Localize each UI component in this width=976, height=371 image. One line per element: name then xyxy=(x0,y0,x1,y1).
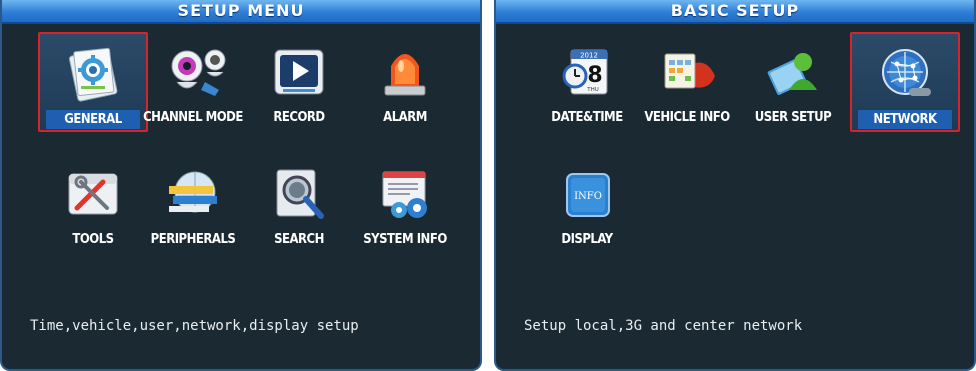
calendar-day: 8 xyxy=(587,63,602,88)
menu-item-label: VEHICLE INFO xyxy=(644,110,730,125)
menu-item-user-setup[interactable]: USER SETUP xyxy=(738,32,848,132)
basic-setup-title: BASIC SETUP xyxy=(496,0,974,24)
menu-item-label: DISPLAY xyxy=(561,232,613,247)
menu-item-label: USER SETUP xyxy=(754,110,832,125)
vehicle-info-icon xyxy=(657,42,717,102)
display-icon-text: INFO xyxy=(574,191,602,202)
menu-item-label: NETWORK xyxy=(858,110,952,129)
menu-item-label: CHANNEL MODE xyxy=(143,110,243,125)
calendar-year: 2012 xyxy=(580,52,598,60)
menu-item-date-time[interactable]: 2012 8 THU DATE&TIME xyxy=(532,32,642,132)
menu-item-label: SEARCH xyxy=(274,232,324,247)
system-info-icon xyxy=(375,164,435,224)
webcam-icon xyxy=(163,42,226,102)
menu-item-tools[interactable]: TOOLS xyxy=(38,154,148,254)
search-magnifier-icon xyxy=(269,164,329,224)
menu-item-general[interactable]: GENERAL xyxy=(38,32,148,132)
menu-item-label: ALARM xyxy=(383,110,427,125)
calendar-clock-icon: 2012 8 THU xyxy=(557,42,617,102)
menu-item-vehicle-info[interactable]: VEHICLE INFO xyxy=(632,32,742,132)
tools-icon xyxy=(63,164,123,224)
alarm-siren-icon xyxy=(375,42,435,102)
info-display-icon: INFO xyxy=(557,164,617,224)
calendar-weekday: THU xyxy=(586,87,599,93)
user-setup-icon xyxy=(763,42,823,102)
status-description: Time,vehicle,user,network,display setup xyxy=(30,318,359,334)
record-play-icon xyxy=(269,42,329,102)
peripherals-icon xyxy=(163,164,223,224)
menu-item-label: DATE&TIME xyxy=(551,110,623,125)
menu-item-label: TOOLS xyxy=(72,232,114,247)
menu-item-network[interactable]: NETWORK xyxy=(850,32,960,132)
setup-menu-title: SETUP MENU xyxy=(2,0,480,24)
menu-item-display[interactable]: INFO DISPLAY xyxy=(532,154,642,254)
menu-item-label: GENERAL xyxy=(46,110,140,129)
menu-item-channel-mode[interactable]: CHANNEL MODE xyxy=(138,32,248,132)
menu-item-peripherals[interactable]: PERIPHERALS xyxy=(138,154,248,254)
menu-item-alarm[interactable]: ALARM xyxy=(350,32,460,132)
menu-item-search[interactable]: SEARCH xyxy=(244,154,354,254)
status-description: Setup local,3G and center network xyxy=(524,318,803,334)
general-gear-icon xyxy=(63,44,123,104)
network-globe-icon xyxy=(875,44,935,104)
basic-setup-panel: BASIC SETUP 2012 8 THU DATE&TIME VEHICLE… xyxy=(494,0,976,371)
menu-item-label: SYSTEM INFO xyxy=(363,232,447,247)
setup-menu-panel: SETUP MENU GENERAL CHANNEL MODE RECORD A… xyxy=(0,0,482,371)
menu-item-record[interactable]: RECORD xyxy=(244,32,354,132)
menu-item-label: PERIPHERALS xyxy=(150,232,236,247)
menu-item-label: RECORD xyxy=(273,110,325,125)
menu-item-system-info[interactable]: SYSTEM INFO xyxy=(350,154,460,254)
